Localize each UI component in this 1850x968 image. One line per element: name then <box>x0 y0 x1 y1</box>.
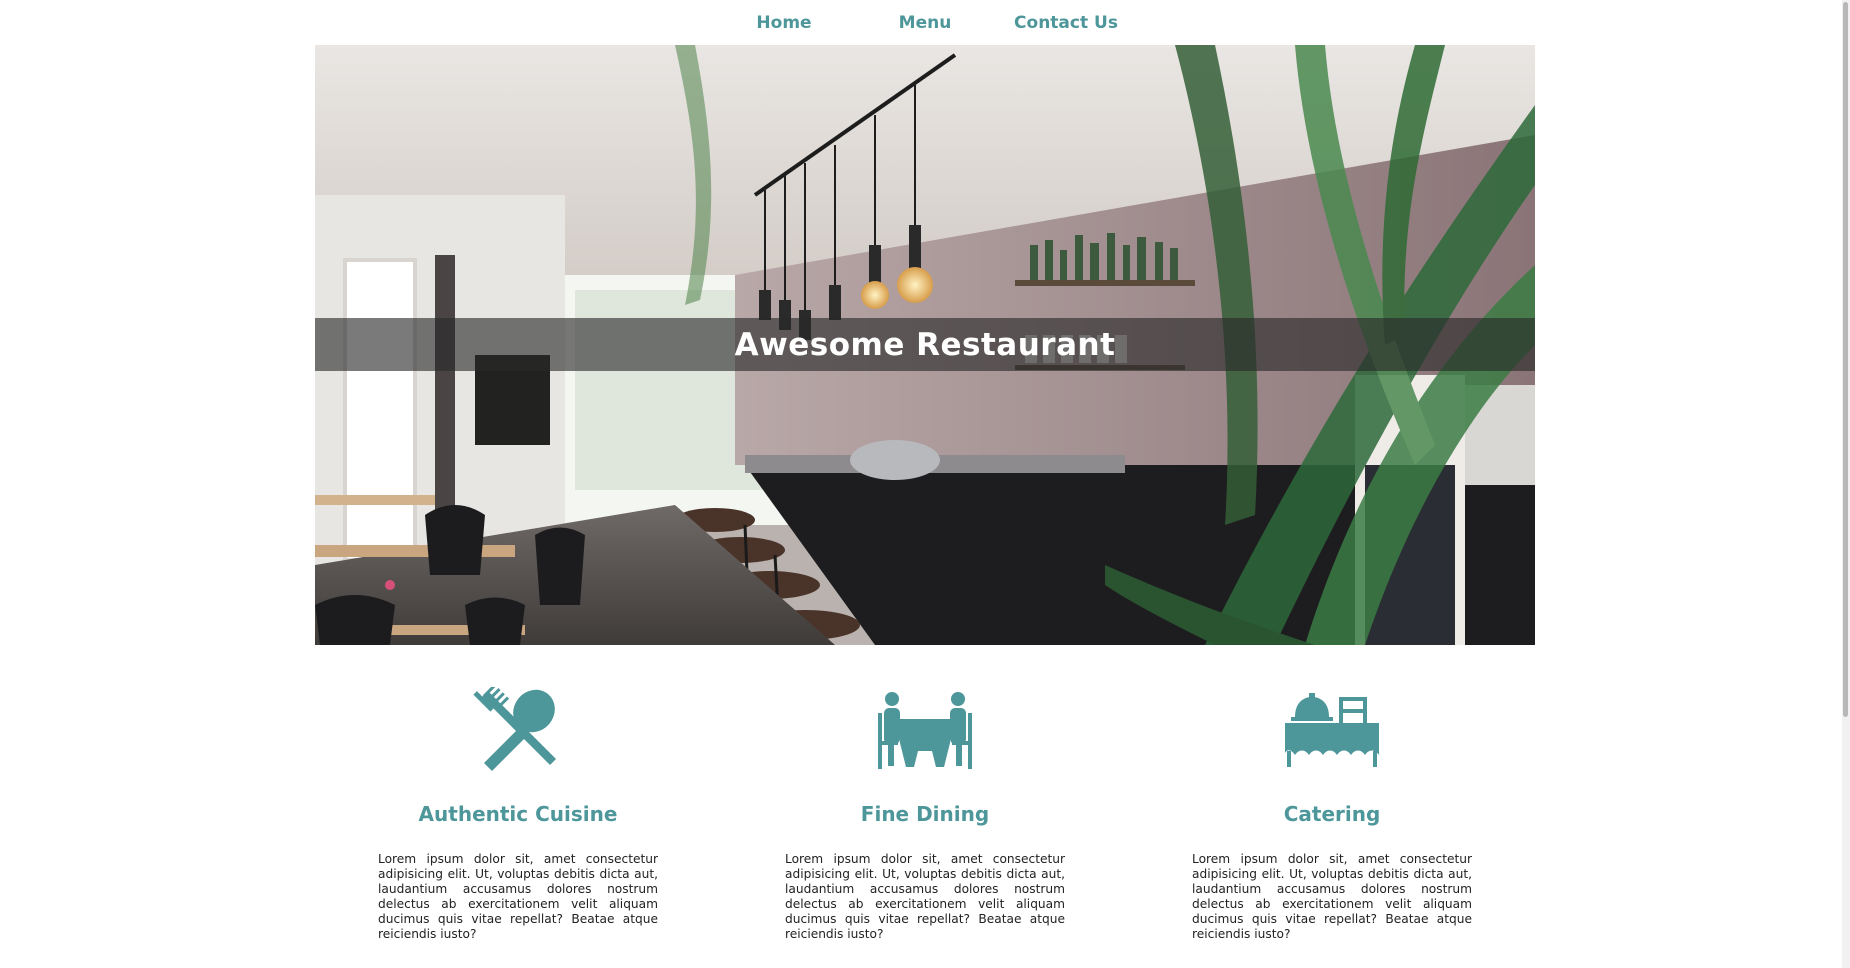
feature-title: Catering <box>1283 802 1381 826</box>
nav-link-contact[interactable]: Contact Us <box>996 13 1137 33</box>
feature-fine-dining: Fine Dining Lorem ipsum dolor sit, amet … <box>760 680 1090 942</box>
feature-catering: Catering Lorem ipsum dolor sit, amet con… <box>1167 680 1497 942</box>
nav-links: Home Menu Contact Us <box>714 13 1137 33</box>
top-nav: Home Menu Contact Us <box>0 0 1850 45</box>
hero-title: Awesome Restaurant <box>734 326 1116 363</box>
fork-spoon-icon <box>353 680 683 780</box>
scrollbar-thumb[interactable] <box>1843 2 1848 717</box>
catering-table-icon <box>1167 680 1497 780</box>
features-section: Authentic Cuisine Lorem ipsum dolor sit,… <box>315 680 1535 960</box>
feature-text: Lorem ipsum dolor sit, amet consectetur … <box>378 852 658 941</box>
nav-link-home[interactable]: Home <box>714 13 855 33</box>
feature-title: Authentic Cuisine <box>418 802 618 826</box>
feature-text: Lorem ipsum dolor sit, amet consectetur … <box>785 852 1065 941</box>
hero-banner: Awesome Restaurant <box>315 45 1535 645</box>
hero-title-band: Awesome Restaurant <box>315 318 1535 371</box>
dining-table-icon <box>760 680 1090 780</box>
nav-link-menu[interactable]: Menu <box>855 13 996 33</box>
feature-text: Lorem ipsum dolor sit, amet consectetur … <box>1192 852 1472 941</box>
feature-title: Fine Dining <box>860 802 990 826</box>
page-scrollbar[interactable] <box>1842 0 1850 968</box>
feature-authentic-cuisine: Authentic Cuisine Lorem ipsum dolor sit,… <box>353 680 683 942</box>
